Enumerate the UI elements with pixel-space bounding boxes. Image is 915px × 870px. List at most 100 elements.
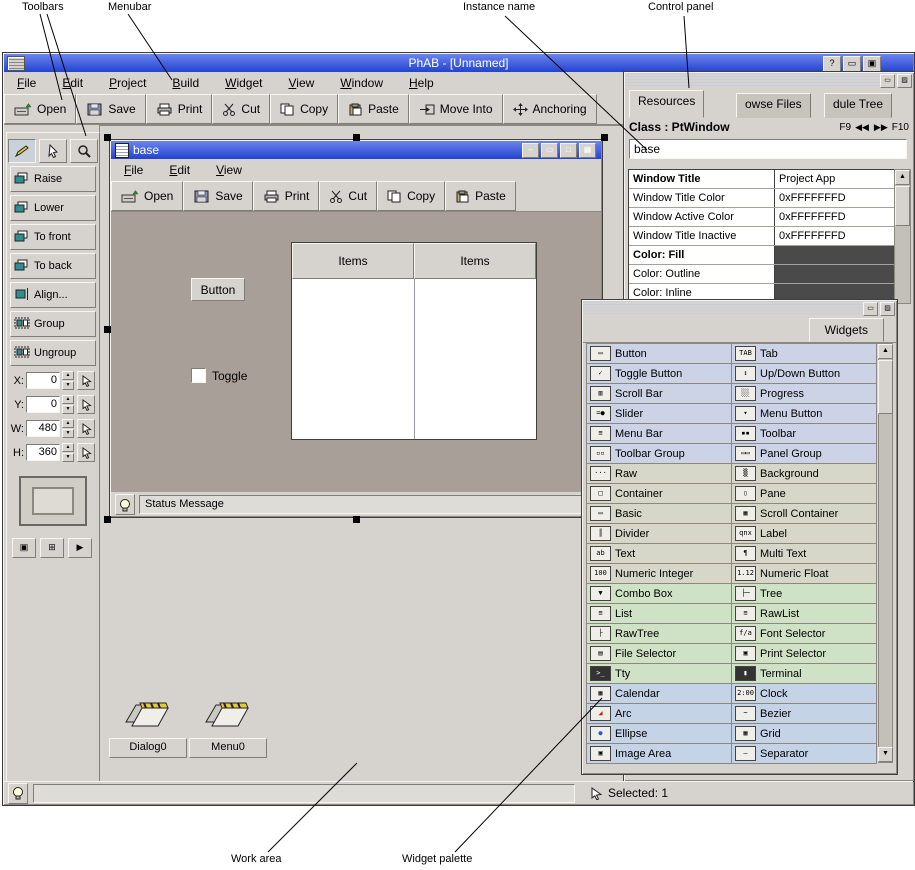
widget-item-arc[interactable]: ◢Arc: [587, 704, 732, 724]
module-label[interactable]: Menu0: [189, 738, 267, 758]
resource-row-window-title-color[interactable]: Window Title Color0xFFFFFFFD: [629, 189, 897, 208]
hint-bulb-button[interactable]: [8, 783, 28, 804]
list-header-2[interactable]: Items: [414, 243, 536, 279]
next-instance-button[interactable]: ▶▶: [873, 122, 889, 133]
widget-item-numeric-float[interactable]: 1.12Numeric Float: [732, 564, 877, 584]
widget-item-combo-box[interactable]: ▼Combo Box: [587, 584, 732, 604]
instance-name-input[interactable]: [629, 139, 907, 159]
coord-value-field[interactable]: 0: [26, 396, 60, 413]
to-back-button[interactable]: To back: [10, 253, 96, 279]
widget-item-panel-group[interactable]: ▭▭Panel Group: [732, 444, 877, 464]
anchoring-button[interactable]: Anchoring: [503, 94, 597, 124]
menu-file[interactable]: File: [111, 160, 156, 180]
resize-handle-nw[interactable]: [104, 134, 111, 141]
resource-row-color-fill[interactable]: Color: Fill: [629, 246, 897, 265]
design-window-base[interactable]: base – ▭ □ ▦ FileEditView OpenSavePrintC…: [109, 139, 603, 518]
draw-tool-button[interactable]: [8, 139, 36, 163]
open-button[interactable]: Open: [4, 94, 76, 124]
scroll-up-icon[interactable]: ▲: [878, 344, 893, 359]
title-bar[interactable]: PhAB - [Unnamed] ? ▭ ▣: [4, 54, 913, 72]
panel-close-button[interactable]: ▨: [897, 74, 912, 88]
maximize-button[interactable]: ▣: [863, 56, 881, 72]
save-button[interactable]: Save: [76, 94, 145, 124]
widget-item-rawlist[interactable]: ≡RawList: [732, 604, 877, 624]
menu-file[interactable]: File: [4, 73, 49, 93]
menu-edit[interactable]: Edit: [49, 73, 96, 93]
copy-button[interactable]: Copy: [270, 94, 338, 124]
select-tool-button[interactable]: [39, 139, 67, 163]
grab-button[interactable]: [77, 419, 95, 438]
resource-row-window-title-inactive[interactable]: Window Title Inactive0xFFFFFFFD: [629, 227, 897, 246]
scroll-thumb[interactable]: [878, 360, 893, 414]
list-header-1[interactable]: Items: [292, 243, 414, 279]
menu-project[interactable]: Project: [96, 73, 159, 93]
coord-value-field[interactable]: 360: [26, 444, 60, 461]
widget-item-toggle-button[interactable]: ✓Toggle Button: [587, 364, 732, 384]
widget-item-tab[interactable]: TABTab: [732, 344, 877, 364]
design-maximize-button[interactable]: □: [560, 143, 577, 158]
palette-stick-button[interactable]: ▭: [863, 302, 878, 316]
widget-scrollbar[interactable]: ▲ ▼: [878, 343, 893, 763]
module-menu0[interactable]: Menu0: [189, 692, 267, 758]
widget-item-raw[interactable]: ···Raw: [587, 464, 732, 484]
widget-item-grid[interactable]: ▦Grid: [732, 724, 877, 744]
menu-edit[interactable]: Edit: [156, 160, 203, 180]
module-view-button[interactable]: ▣: [12, 538, 36, 558]
widget-item-button[interactable]: ▭Button: [587, 344, 732, 364]
print-button[interactable]: Print: [146, 94, 213, 124]
raise-button[interactable]: Raise: [10, 166, 96, 192]
scroll-up-icon[interactable]: ▲: [895, 170, 910, 185]
tab-browse-files[interactable]: owse Files: [736, 93, 811, 118]
palette-close-button[interactable]: ▨: [880, 302, 895, 316]
widget-item-list[interactable]: ≡List: [587, 604, 732, 624]
widget-item-text[interactable]: abText: [587, 544, 732, 564]
scroll-down-icon[interactable]: ▼: [878, 747, 893, 762]
widget-item-label[interactable]: qnxLabel: [732, 524, 877, 544]
spin-up-icon[interactable]: ▲: [62, 419, 74, 428]
align-button[interactable]: Align...: [10, 282, 96, 308]
print-button[interactable]: Print: [253, 181, 320, 211]
widget-item-font-selector[interactable]: f/aFont Selector: [732, 624, 877, 644]
tab-module-tree[interactable]: dule Tree: [824, 93, 892, 118]
widget-item-divider[interactable]: ║Divider: [587, 524, 732, 544]
spin-down-icon[interactable]: ▼: [62, 429, 74, 438]
list-pane-2[interactable]: [415, 279, 537, 439]
widget-item-pane[interactable]: ▯Pane: [732, 484, 877, 504]
widget-item-tree[interactable]: ├─Tree: [732, 584, 877, 604]
widget-item-scroll-container[interactable]: ▦Scroll Container: [732, 504, 877, 524]
menu-help[interactable]: Help: [396, 73, 447, 93]
design-menu-button[interactable]: ▦: [579, 143, 596, 158]
resize-handle-sw[interactable]: [104, 516, 111, 523]
widget-item-tty[interactable]: >_Tty: [587, 664, 732, 684]
widget-item-terminal[interactable]: ▮Terminal: [732, 664, 877, 684]
save-button[interactable]: Save: [183, 181, 252, 211]
spin-down-icon[interactable]: ▼: [62, 405, 74, 414]
menu-window[interactable]: Window: [327, 73, 396, 93]
menu-build[interactable]: Build: [159, 73, 212, 93]
widget-item-clock[interactable]: 2:00Clock: [732, 684, 877, 704]
pt-toggle-widget[interactable]: Toggle: [191, 368, 247, 383]
resource-row-window-title[interactable]: Window TitleProject App: [629, 170, 897, 189]
menu-view[interactable]: View: [275, 73, 327, 93]
resize-handle-ne[interactable]: [601, 134, 608, 141]
widget-item-menu-button[interactable]: ▾Menu Button: [732, 404, 877, 424]
to-front-button[interactable]: To front: [10, 224, 96, 250]
control-panel-titlebar[interactable]: ▭ ▨: [625, 73, 913, 88]
grab-button[interactable]: [77, 395, 95, 414]
hint-bulb-button[interactable]: [115, 494, 135, 515]
add-module-button[interactable]: ⊞: [40, 538, 64, 558]
widget-item-bezier[interactable]: ~Bezier: [732, 704, 877, 724]
design-minimize-button[interactable]: ▭: [541, 143, 558, 158]
widget-item-scroll-bar[interactable]: ▥Scroll Bar: [587, 384, 732, 404]
resource-row-color-outline[interactable]: Color: Outline: [629, 265, 897, 284]
paste-button[interactable]: Paste: [338, 94, 409, 124]
cut-button[interactable]: Cut: [212, 94, 270, 124]
grab-button[interactable]: [77, 443, 95, 462]
widget-item-menu-bar[interactable]: ≡Menu Bar: [587, 424, 732, 444]
tab-widgets[interactable]: Widgets: [809, 318, 884, 342]
resource-scrollbar[interactable]: ▲: [894, 169, 911, 304]
widget-item-progress[interactable]: ░░Progress: [732, 384, 877, 404]
widget-palette-titlebar[interactable]: ▭ ▨: [583, 301, 896, 316]
spin-up-icon[interactable]: ▲: [62, 371, 74, 380]
widget-item-up-down-button[interactable]: ↕Up/Down Button: [732, 364, 877, 384]
